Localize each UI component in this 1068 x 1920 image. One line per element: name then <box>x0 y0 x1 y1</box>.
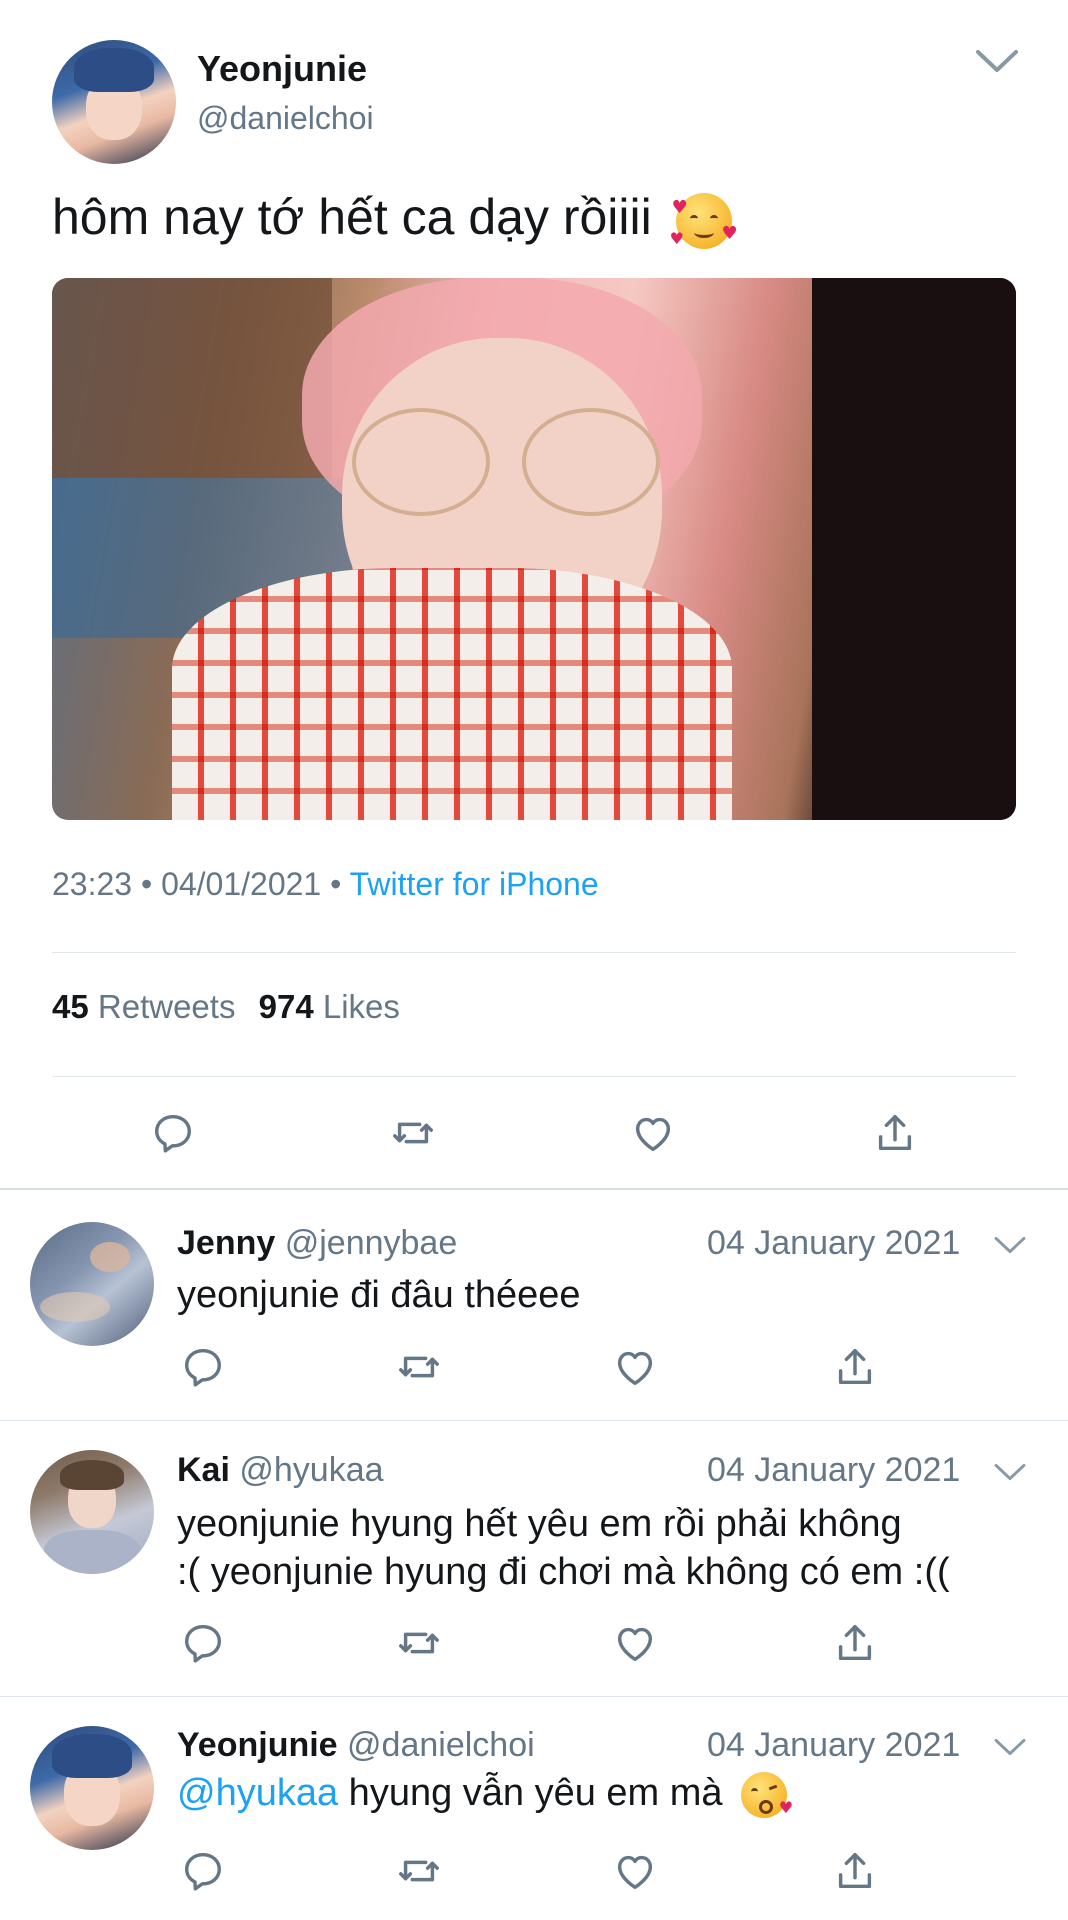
divider <box>52 1076 1016 1077</box>
share-upload-icon[interactable] <box>832 1620 878 1666</box>
retweet-icon[interactable] <box>390 1110 436 1156</box>
smiling-face-with-hearts-icon: ♥ ♥ ♥ <box>670 192 738 249</box>
display-name[interactable]: Yeonjunie <box>197 48 367 90</box>
share-upload-icon[interactable] <box>832 1848 878 1894</box>
divider <box>0 1696 1068 1697</box>
face-blowing-a-kiss-icon: ♥ <box>741 1772 793 1818</box>
tweet-date: 04/01/2021 <box>161 866 322 902</box>
likes-count: 974 <box>258 988 314 1025</box>
display-name[interactable]: Kai <box>177 1451 230 1489</box>
like-heart-icon[interactable] <box>630 1110 676 1156</box>
retweets-count: 45 <box>52 988 89 1025</box>
avatar[interactable] <box>52 40 176 164</box>
like-heart-icon[interactable] <box>612 1620 658 1666</box>
handle[interactable]: @hyukaa <box>239 1451 383 1489</box>
retweet-icon[interactable] <box>396 1620 442 1666</box>
tweet-text-body: hôm nay tớ hết ca dạy rồiiii <box>52 189 652 245</box>
reply-date: 04 January 2021 <box>707 1451 961 1489</box>
reply-icon[interactable] <box>180 1344 226 1390</box>
retweets-label: Retweets <box>97 988 236 1025</box>
chevron-down-icon[interactable] <box>993 1461 1027 1483</box>
display-name[interactable]: Jenny <box>177 1224 275 1262</box>
handle[interactable]: @danielchoi <box>347 1726 535 1764</box>
reply-icon[interactable] <box>180 1848 226 1894</box>
avatar[interactable] <box>30 1222 154 1346</box>
tweet-meta: 23:23 • 04/01/2021 • Twitter for iPhone <box>52 866 599 903</box>
handle[interactable]: @jennybae <box>285 1224 458 1262</box>
tweet-text: hôm nay tớ hết ca dạy rồiiii ♥ ♥ ♥ <box>52 188 738 249</box>
retweet-icon[interactable] <box>396 1344 442 1390</box>
reply-date: 04 January 2021 <box>707 1726 961 1764</box>
divider <box>52 952 1016 953</box>
share-upload-icon[interactable] <box>872 1110 918 1156</box>
meta-separator: • <box>140 866 153 902</box>
reply-text-line: yeonjunie hyung hết yêu em rồi phải khôn… <box>177 1503 902 1545</box>
retweets-stat[interactable]: 45 Retweets <box>52 988 245 1025</box>
chevron-down-icon[interactable] <box>974 46 1020 76</box>
chevron-down-icon[interactable] <box>993 1736 1027 1758</box>
reply-header: Kai @hyukaa <box>177 1451 384 1490</box>
avatar[interactable] <box>30 1450 154 1574</box>
likes-stat[interactable]: 974 Likes <box>259 988 400 1025</box>
reply-text: @hyukaa hyung vẫn yêu em mà ♥ <box>177 1772 793 1818</box>
likes-label: Likes <box>322 988 400 1025</box>
tweet-photo[interactable] <box>52 278 1016 820</box>
divider <box>0 1420 1068 1421</box>
reply-header: Yeonjunie @danielchoi <box>177 1726 535 1765</box>
share-upload-icon[interactable] <box>832 1344 878 1390</box>
handle[interactable]: @danielchoi <box>197 100 374 137</box>
reply-header: Jenny @jennybae <box>177 1224 457 1263</box>
like-heart-icon[interactable] <box>612 1848 658 1894</box>
avatar[interactable] <box>30 1726 154 1850</box>
tweet-source-link[interactable]: Twitter for iPhone <box>350 866 599 902</box>
chevron-down-icon[interactable] <box>993 1234 1027 1256</box>
reply-text: yeonjunie đi đâu théeee <box>177 1274 581 1316</box>
tweet-time: 23:23 <box>52 866 133 902</box>
mention-link[interactable]: @hyukaa <box>177 1772 338 1814</box>
reply-text-body: hyung vẫn yêu em mà <box>338 1772 723 1815</box>
display-name[interactable]: Yeonjunie <box>177 1726 338 1764</box>
engagement-stats: 45 Retweets 974 Likes <box>52 988 400 1026</box>
reply-text: yeonjunie hyung hết yêu em rồi phải khôn… <box>177 1500 950 1596</box>
reply-icon[interactable] <box>180 1620 226 1666</box>
meta-separator: • <box>330 866 342 902</box>
reply-date: 04 January 2021 <box>707 1224 961 1262</box>
retweet-icon[interactable] <box>396 1848 442 1894</box>
section-separator <box>0 1188 1068 1190</box>
reply-icon[interactable] <box>150 1110 196 1156</box>
like-heart-icon[interactable] <box>612 1344 658 1390</box>
reply-text-line: :( yeonjunie hyung đi chơi mà không có e… <box>177 1551 950 1593</box>
